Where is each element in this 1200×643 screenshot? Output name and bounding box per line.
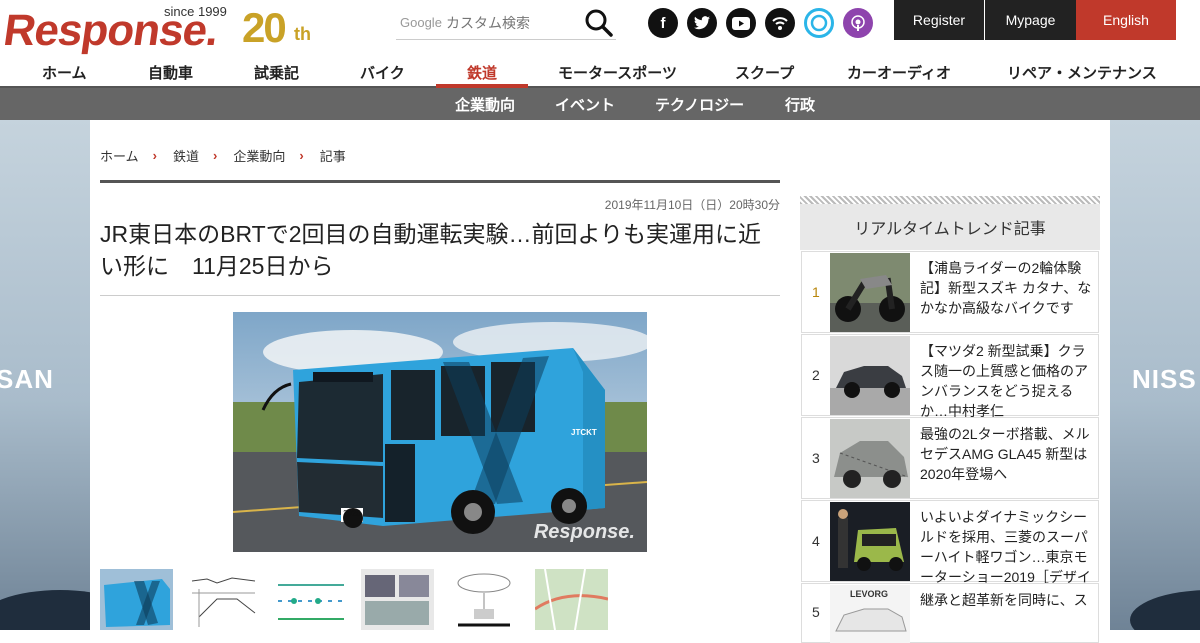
bus-marking: JTCKT [571,428,597,437]
site-logo[interactable]: Response. since 1999 20 th [0,2,330,55]
nav-item-bikes[interactable]: バイク [360,62,405,83]
article-top-rule [100,180,780,183]
trend-thumbnail [830,419,910,498]
trend-rank: 5 [812,604,820,620]
youtube-icon[interactable] [726,8,756,38]
subnav-item-business[interactable]: 企業動向 [455,94,515,115]
chevron-right-icon: › [212,148,218,163]
trend-title: 【マツダ2 新型試乗】クラス随一の上質感と価格のアンバランスをどう捉えるか…中村… [920,343,1088,419]
twitter-icon[interactable] [687,8,717,38]
left-background-ad[interactable]: SAN [0,120,90,630]
article-headline: JR東日本のBRTで2回目の自動運転実験…前回よりも実運用に近い形に 11月25… [100,221,762,279]
alexa-icon[interactable] [804,8,834,38]
trend-item[interactable]: 2 【マツダ2 新型試乗】クラス随一の上質感と価格のアンバランスをどう捉えるか…… [801,334,1099,419]
site-header: Response. since 1999 20 th Google f Regi… [0,0,1200,58]
trend-rank: 4 [812,533,820,549]
nav-item-car-audio[interactable]: カーオーディオ [847,62,951,83]
trend-item[interactable]: 1 【浦島ライダーの2輪体験記】新型スズキ カタナ、なかなか高級なバイクです [801,251,1099,333]
trend-thumbnail [830,336,910,415]
sidebar-title: リアルタイムトレンド記事 [800,204,1100,250]
facebook-icon[interactable]: f [648,8,678,38]
english-button[interactable]: English [1076,0,1176,40]
subnav-item-technology[interactable]: テクノロジー [655,94,744,115]
chevron-right-icon: › [299,148,304,163]
search-engine-label: Google [400,15,442,30]
article-main-photo[interactable]: JTCKT 2020 Response. [233,312,647,552]
subnav-item-government[interactable]: 行政 [785,94,815,115]
breadcrumb-home[interactable]: ホーム [100,146,139,165]
trend-title: 最強の2Lターボ搭載、メルセデスAMG GLA45 新型は2020年登場へ [920,426,1090,482]
right-ad-brand: NISS [1132,364,1197,394]
gallery-thumb-2[interactable] [187,569,260,630]
podcast-icon[interactable] [765,8,795,38]
trend-thumbnail [830,502,910,581]
nav-item-motorsports[interactable]: モータースポーツ [558,62,677,83]
trend-thumbnail: LEVORG [830,585,910,643]
breadcrumb-article: 記事 [319,149,346,164]
photo-watermark: Response. [533,521,635,543]
gallery-thumb-3[interactable] [274,569,347,630]
logo-since: since 1999 [164,4,227,19]
left-ad-car [0,590,90,630]
nav-item-railway[interactable]: 鉄道 [467,62,497,83]
logo-anniversary-suffix: th [294,24,311,44]
mypage-button[interactable]: Mypage [985,0,1076,40]
gallery-thumb-1[interactable] [100,569,173,630]
trend-item[interactable]: 4 いよいよダイナミックシールドを採用、三菱のスーパーハイト軽ワゴン…東京モータ… [801,500,1099,605]
trend-item[interactable]: 5 LEVORG 継承と超革新を同時に、ス [801,583,1099,643]
chevron-right-icon: › [152,148,157,163]
trend-thumbnail [830,253,910,332]
sub-nav: 企業動向 イベント テクノロジー 行政 [0,88,1200,120]
trend-rank: 3 [812,450,820,466]
search-icon[interactable] [584,8,614,38]
headline-divider [100,295,780,296]
trend-item[interactable]: 3 最強の2Lターボ搭載、メルセデスAMG GLA45 新型は2020年登場へ [801,417,1099,499]
breadcrumb-railway[interactable]: 鉄道 [173,146,199,165]
right-ad-car [1130,590,1200,630]
nav-item-test-drive[interactable]: 試乗記 [254,62,299,83]
article-date: 2019年11月10日（日）20時30分 [604,198,780,212]
nav-item-cars[interactable]: 自動車 [148,62,193,83]
trend-rank: 2 [812,367,820,383]
gallery-thumb-5[interactable] [448,569,521,630]
trend-rank: 1 [812,284,820,300]
search-box: Google [396,6,616,40]
nav-item-home[interactable]: ホーム [42,62,87,83]
breadcrumb: ホーム › 鉄道 › 企業動向 › 記事 [100,146,346,165]
search-input[interactable] [446,10,576,36]
sidebar-stripe [800,196,1100,204]
gallery-thumb-4[interactable] [361,569,434,630]
left-ad-brand: SAN [0,364,54,394]
right-background-ad[interactable]: NISS [1110,120,1200,630]
trend-title: 【浦島ライダーの2輪体験記】新型スズキ カタナ、なかなか高級なバイクです [920,260,1092,316]
gallery-thumb-6[interactable] [535,569,608,630]
trend-thumbnail-caption: LEVORG [850,589,889,599]
bus-license-plate: 2020 [343,509,361,518]
logo-anniversary-number: 20 [242,4,287,51]
content-area: ホーム › 鉄道 › 企業動向 › 記事 2019年11月10日（日）20時30… [90,120,1110,643]
subnav-item-events[interactable]: イベント [555,94,615,115]
breadcrumb-business[interactable]: 企業動向 [233,146,285,165]
main-nav: ホーム 自動車 試乗記 バイク 鉄道 モータースポーツ スクープ カーオーディオ… [0,58,1200,88]
apple-podcasts-icon[interactable] [843,8,873,38]
nav-item-scoop[interactable]: スクープ [735,62,794,83]
trend-title: 継承と超革新を同時に、ス [920,592,1088,608]
nav-item-repair[interactable]: リペア・メンテナンス [1007,62,1157,83]
register-button[interactable]: Register [894,0,984,40]
